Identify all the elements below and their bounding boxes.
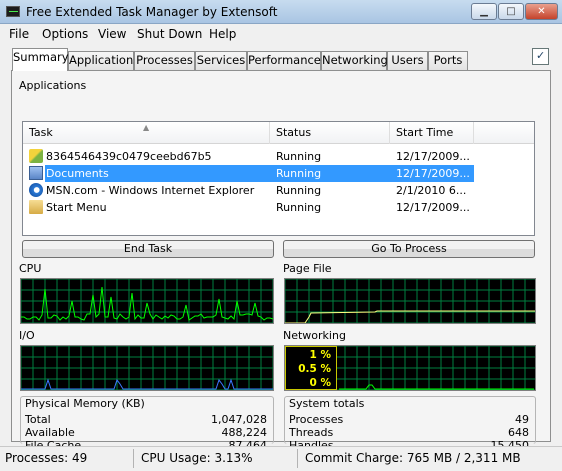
list-item[interactable]: MSN.com - Windows Internet Explorer Runn… — [23, 182, 534, 199]
physical-memory-box: Physical Memory (KB) Total 1,047,028 Ava… — [20, 396, 274, 452]
io-graph — [20, 345, 274, 391]
menu-help[interactable]: Help — [209, 27, 236, 41]
internet-explorer-icon — [29, 183, 43, 197]
sort-ascending-icon: ▲ — [143, 123, 150, 132]
column-start-time[interactable]: Start Time — [390, 122, 474, 144]
applications-group-label: Applications — [19, 79, 87, 92]
system-totals-processes-value: 49 — [515, 413, 529, 426]
window-title: Free Extended Task Manager by Extensoft — [26, 5, 278, 19]
cpu-label: CPU — [19, 262, 42, 275]
physical-memory-total-label: Total — [25, 413, 51, 426]
networking-label: Networking — [283, 329, 346, 342]
task-manager-icon — [6, 6, 20, 17]
list-item[interactable]: 8364546439c0479ceebd67b5 Running 12/17/2… — [23, 148, 534, 165]
maximize-button[interactable]: □ — [498, 3, 524, 20]
physical-memory-total-value: 1,047,028 — [211, 413, 267, 426]
status-separator — [297, 449, 298, 468]
graph-grid — [21, 279, 273, 323]
task-name: Documents — [45, 165, 270, 182]
menu-file[interactable]: File — [9, 27, 29, 41]
end-task-button[interactable]: End Task — [22, 240, 274, 258]
folder-icon — [29, 200, 43, 214]
column-task[interactable]: Task ▲ — [23, 122, 270, 144]
list-header: Task ▲ Status Start Time — [23, 122, 534, 144]
task-name: Start Menu — [46, 201, 107, 214]
physical-memory-available-label: Available — [25, 426, 75, 439]
physical-memory-title: Physical Memory (KB) — [25, 397, 145, 410]
graph-grid — [21, 346, 273, 390]
cpu-graph — [20, 278, 274, 324]
applications-list[interactable]: Task ▲ Status Start Time 8364546439c0479… — [22, 121, 535, 236]
status-bar: Processes: 49 CPU Usage: 3.13% Commit Ch… — [0, 446, 562, 471]
task-start-time: 12/17/2009... — [390, 165, 474, 182]
networking-scale-max: 1 % — [309, 349, 331, 361]
networking-graph: 1 % 0.5 % 0 % — [284, 345, 536, 391]
system-totals-title: System totals — [289, 397, 365, 410]
task-status: Running — [276, 150, 322, 163]
go-to-process-button[interactable]: Go To Process — [283, 240, 535, 258]
tab-services[interactable]: Services — [195, 51, 247, 70]
cpu-graph-plot — [21, 279, 273, 323]
tab-applications[interactable]: Applications — [68, 51, 139, 70]
menu-shut-down[interactable]: Shut Down — [137, 27, 202, 41]
page-file-trace — [285, 310, 535, 323]
bolt-icon — [29, 149, 43, 163]
page-file-label: Page File — [283, 262, 332, 275]
task-status: Running — [276, 201, 322, 214]
main-panel: Summary Applications Processes Services … — [0, 44, 562, 452]
networking-scale-mid: 0.5 % — [298, 363, 331, 375]
task-status: Running — [270, 165, 390, 182]
tab-networking[interactable]: Networking — [321, 51, 388, 70]
column-status[interactable]: Status — [270, 122, 390, 144]
io-label: I/O — [19, 329, 35, 342]
menu-view[interactable]: View — [98, 27, 126, 41]
tab-performance[interactable]: Performance — [247, 51, 321, 70]
tab-summary[interactable]: Summary — [12, 48, 69, 71]
task-start-time: 12/17/2009... — [396, 150, 470, 163]
list-item[interactable]: Start Menu Running 12/17/2009... — [23, 199, 534, 216]
list-item[interactable]: Documents Running 12/17/2009... — [23, 165, 534, 182]
summary-panel: Applications Task ▲ Status Start Time 83… — [11, 70, 551, 452]
column-task-label: Task — [29, 126, 53, 139]
always-on-top-icon[interactable] — [532, 48, 549, 65]
networking-scale-min: 0 % — [309, 377, 331, 389]
networking-scale: 1 % 0.5 % 0 % — [285, 346, 337, 390]
page-file-graph — [284, 278, 536, 324]
menu-options[interactable]: Options — [42, 27, 88, 41]
title-bar: Free Extended Task Manager by Extensoft … — [0, 0, 562, 24]
task-status: Running — [276, 184, 322, 197]
document-icon — [29, 166, 43, 180]
close-button[interactable]: ✕ — [525, 3, 558, 20]
minimize-button[interactable]: ▁ — [471, 3, 497, 20]
menu-bar: File Options View Shut Down Help — [0, 24, 562, 44]
tab-users[interactable]: Users — [387, 51, 428, 70]
status-cpu-usage: CPU Usage: 3.13% — [141, 451, 253, 465]
page-file-graph-plot — [285, 279, 535, 323]
networking-trace — [339, 384, 534, 390]
status-commit-charge: Commit Charge: 765 MB / 2,311 MB — [305, 451, 521, 465]
system-totals-box: System totals Processes 49 Threads 648 H… — [284, 396, 536, 452]
system-totals-threads-value: 648 — [508, 426, 529, 439]
tab-ports[interactable]: Ports — [428, 51, 468, 70]
task-start-time: 2/1/2010 6... — [396, 184, 467, 197]
status-separator — [133, 449, 134, 468]
system-totals-processes-label: Processes — [289, 413, 344, 426]
cpu-trace — [21, 286, 273, 321]
physical-memory-available-value: 488,224 — [221, 426, 268, 439]
io-graph-plot — [21, 346, 273, 390]
system-totals-threads-label: Threads — [289, 426, 334, 439]
task-start-time: 12/17/2009... — [396, 201, 470, 214]
io-trace — [21, 378, 273, 390]
status-processes: Processes: 49 — [5, 451, 88, 465]
graph-grid — [285, 279, 535, 323]
task-name: MSN.com - Windows Internet Explorer — [46, 184, 255, 197]
task-name: 8364546439c0479ceebd67b5 — [46, 150, 212, 163]
tab-processes[interactable]: Processes — [134, 51, 195, 70]
